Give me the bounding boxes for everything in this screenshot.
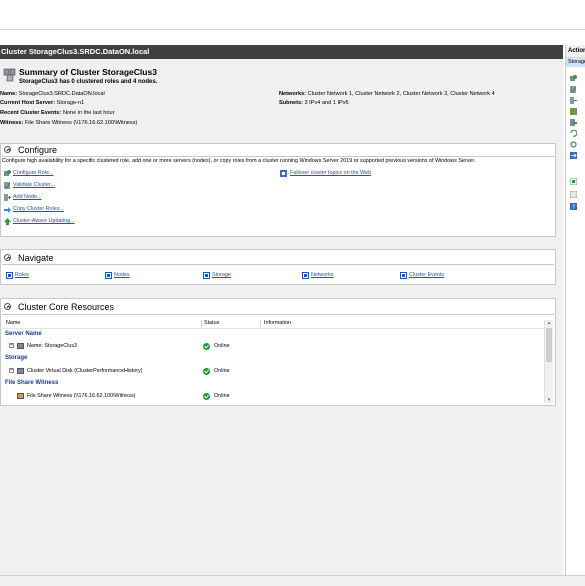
summary-subtitle: StorageClus3 has 0 clustered roles and 4… <box>19 79 158 85</box>
configure-role-icon[interactable] <box>570 75 577 82</box>
core-resources-section: Cluster Core Resources Name Status Infor… <box>0 298 556 406</box>
add-node-link[interactable]: Add Node... <box>13 194 41 200</box>
vertical-scrollbar[interactable]: ▴ ▾ <box>544 320 553 403</box>
table-row[interactable]: File Share Witness (\\176.16.62.100\Witn… <box>2 391 545 401</box>
main-pane: Cluster StorageClus3.SRDC.DataON.local S… <box>0 45 563 575</box>
online-icon <box>203 392 210 400</box>
navigate-header[interactable]: Navigate <box>1 252 555 264</box>
table-row[interactable]: + Cluster Virtual Disk (ClusterPerforman… <box>2 366 545 376</box>
help-icon[interactable]: ? <box>570 203 577 210</box>
copy-roles-icon <box>4 207 11 213</box>
scroll-up-icon[interactable]: ▴ <box>546 320 552 326</box>
storage-icon <box>203 272 210 279</box>
help-topics-icon <box>280 170 287 177</box>
column-name[interactable]: Name <box>6 319 20 328</box>
more-actions-icon[interactable] <box>570 119 577 126</box>
undo-icon[interactable] <box>570 130 577 137</box>
collapse-icon[interactable] <box>4 146 11 153</box>
configure-title: Configure <box>18 145 58 155</box>
validate-cluster-icon[interactable] <box>570 86 577 93</box>
online-icon <box>203 342 210 350</box>
column-information[interactable]: Information <box>264 319 291 328</box>
navigate-title: Navigate <box>18 253 54 263</box>
core-resources-header[interactable]: Cluster Core Resources <box>1 301 555 313</box>
copy-roles-link[interactable]: Copy Cluster Roles... <box>13 206 64 212</box>
file-share-icon <box>17 393 24 399</box>
add-node-icon <box>4 194 11 201</box>
nav-nodes-link[interactable]: Nodes <box>114 272 130 278</box>
view-icon[interactable] <box>570 178 577 185</box>
validate-cluster-icon <box>4 182 11 189</box>
roles-icon <box>6 272 13 279</box>
cluster-events-icon <box>400 272 407 279</box>
configure-role-icon <box>4 170 11 176</box>
disk-icon <box>17 368 24 374</box>
collapse-icon[interactable] <box>4 254 11 261</box>
cluster-aware-updating-link[interactable]: Cluster-Aware Updating... <box>13 218 75 224</box>
summary-title: Summary of Cluster StorageClus3 <box>19 67 157 77</box>
column-status[interactable]: Status <box>204 319 219 328</box>
export-icon[interactable] <box>570 152 577 159</box>
roles-icon[interactable] <box>570 108 577 115</box>
refresh-icon[interactable] <box>570 141 577 148</box>
top-strip <box>0 0 585 30</box>
configure-description: Configure high availability for a specif… <box>2 158 476 164</box>
networks-field: Networks: Cluster Network 1, Cluster Net… <box>279 91 495 97</box>
table-row[interactable]: + Name: StorageClus3 Online <box>2 341 545 351</box>
online-icon <box>203 367 210 375</box>
nav-cluster-events-link[interactable]: Cluster Events <box>409 272 444 278</box>
group-header: File Share Witness <box>5 380 59 386</box>
actions-pane: Actions Storage ? <box>565 45 585 575</box>
nav-networks-link[interactable]: Networks <box>311 272 333 278</box>
scroll-down-icon[interactable]: ▾ <box>546 397 552 403</box>
events-field: Recent Cluster Events: None in the last … <box>0 110 115 116</box>
failover-topics-link[interactable]: Failover cluster topics on the Web <box>290 170 371 176</box>
scroll-thumb[interactable] <box>546 328 552 362</box>
svg-text:?: ? <box>572 204 575 210</box>
configure-header[interactable]: Configure <box>1 144 555 156</box>
status-bar <box>0 575 585 586</box>
actions-subtitle[interactable]: Storage <box>566 58 585 67</box>
expand-icon[interactable]: + <box>9 368 14 373</box>
subnets-field: Subnets: 3 IPv4 and 1 IPv6 <box>279 100 349 106</box>
core-resources-title: Cluster Core Resources <box>18 302 115 312</box>
witness-field: Witness: File Share Witness (\\176.16.62… <box>0 120 138 126</box>
name-field: Name: StorageClus3.SRDC.DataON.local <box>0 91 105 97</box>
grid-header: Name Status Information <box>2 319 554 329</box>
properties-icon[interactable] <box>570 191 577 198</box>
nodes-icon <box>105 272 112 279</box>
configure-section: Configure Configure high availability fo… <box>0 143 556 237</box>
networks-icon <box>302 272 309 279</box>
add-node-icon[interactable] <box>570 97 577 104</box>
cluster-aware-updating-icon <box>4 218 11 225</box>
cluster-icon <box>3 68 16 82</box>
host-field: Current Host Server: Storage-n1 <box>0 100 85 106</box>
group-header: Storage <box>5 355 28 361</box>
navigate-section: Navigate Roles Nodes Storage Networks Cl… <box>0 249 556 285</box>
expand-icon[interactable]: + <box>9 343 14 348</box>
collapse-icon[interactable] <box>4 303 11 310</box>
configure-role-link[interactable]: Configure Role... <box>13 170 53 176</box>
group-header: Server Name <box>5 331 42 337</box>
validate-cluster-link[interactable]: Validate Cluster... <box>13 182 55 188</box>
actions-title: Actions <box>566 45 585 58</box>
server-name-icon <box>17 343 24 349</box>
nav-roles-link[interactable]: Roles <box>15 272 29 278</box>
pane-title: Cluster StorageClus3.SRDC.DataON.local <box>0 45 563 59</box>
nav-storage-link[interactable]: Storage <box>212 272 231 278</box>
